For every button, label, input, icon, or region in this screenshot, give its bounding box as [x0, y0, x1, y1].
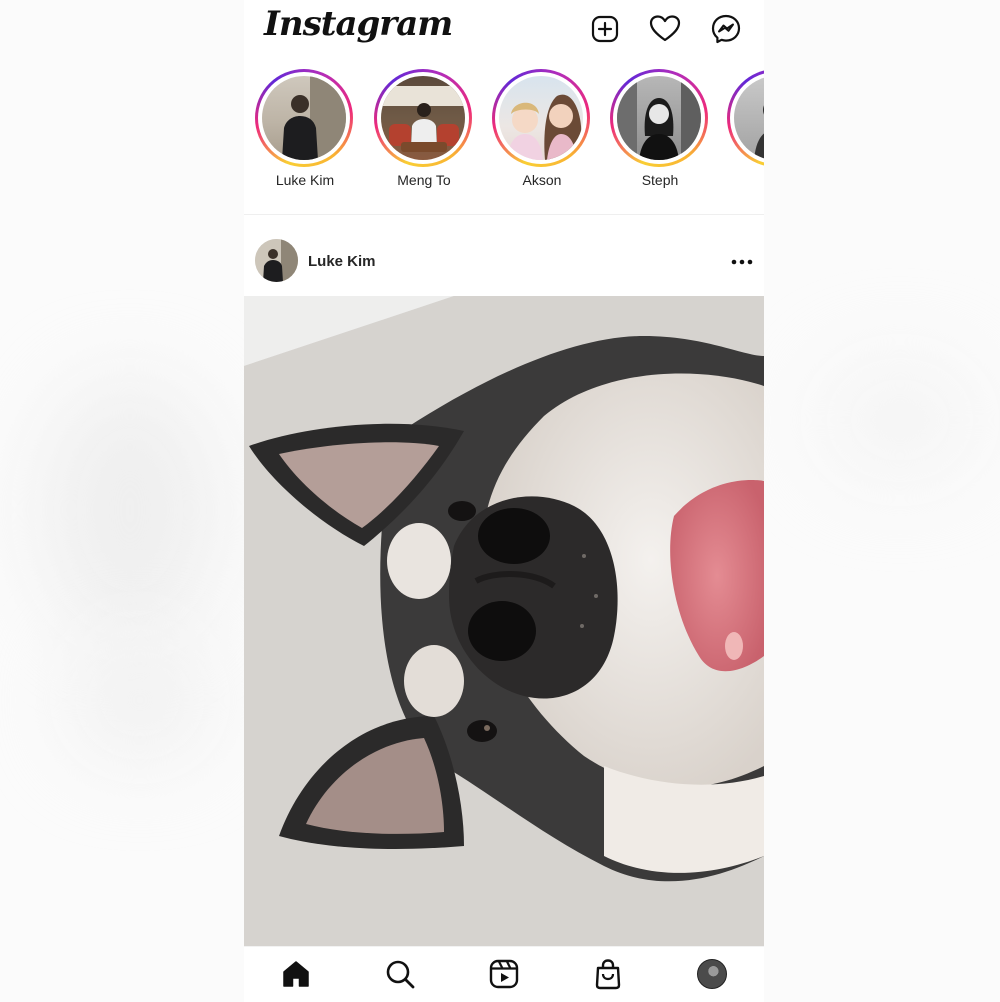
profile-avatar-image — [697, 959, 727, 989]
bottom-navigation — [244, 946, 764, 1002]
story-avatar — [499, 76, 583, 160]
story-akson[interactable]: Akson — [487, 66, 591, 192]
story-avatar — [262, 76, 346, 160]
story-avatar — [617, 76, 701, 160]
story-luke-kim[interactable]: Luke Kim — [250, 66, 354, 192]
story-avatar — [734, 76, 764, 160]
post-header: Luke Kim — [244, 232, 764, 292]
search-icon[interactable] — [383, 957, 417, 991]
top-bar: Instagram — [244, 0, 764, 58]
story-username: Meng To — [397, 172, 451, 188]
story-ring — [610, 69, 708, 167]
backdrop-blur-shape — [820, 360, 980, 480]
story-steph[interactable]: Steph — [605, 66, 709, 192]
more-options-icon[interactable] — [728, 250, 756, 274]
story-ring — [727, 69, 764, 167]
post-author-avatar[interactable] — [255, 239, 298, 282]
home-icon[interactable] — [279, 957, 313, 991]
story-avatar — [381, 76, 465, 160]
heart-icon[interactable] — [648, 12, 682, 46]
shop-icon[interactable] — [591, 957, 625, 991]
instagram-logo[interactable]: Instagram — [264, 4, 453, 44]
post-author-username[interactable]: Luke Kim — [308, 253, 376, 270]
phone-screen: Instagram Luke Kim Meng To Akson Steph L… — [244, 0, 764, 1002]
story-username: Steph — [641, 172, 679, 188]
stories-divider — [244, 214, 764, 215]
story-meng-to[interactable]: Meng To — [369, 66, 473, 192]
reels-icon[interactable] — [487, 957, 521, 991]
story-username: Akson — [522, 172, 562, 188]
story-ring — [492, 69, 590, 167]
backdrop-blur-shape — [70, 640, 210, 760]
messenger-icon[interactable] — [709, 12, 743, 46]
add-post-icon[interactable] — [588, 12, 622, 46]
story-ring — [255, 69, 353, 167]
story-username: S — [722, 172, 764, 188]
profile-avatar[interactable] — [695, 957, 729, 991]
story-partial[interactable]: S — [722, 66, 764, 192]
post-photo[interactable] — [244, 296, 764, 946]
story-ring — [374, 69, 472, 167]
stories-tray: Luke Kim Meng To Akson Steph — [244, 66, 764, 192]
story-username: Luke Kim — [275, 172, 335, 188]
backdrop-blur-shape — [40, 380, 220, 640]
